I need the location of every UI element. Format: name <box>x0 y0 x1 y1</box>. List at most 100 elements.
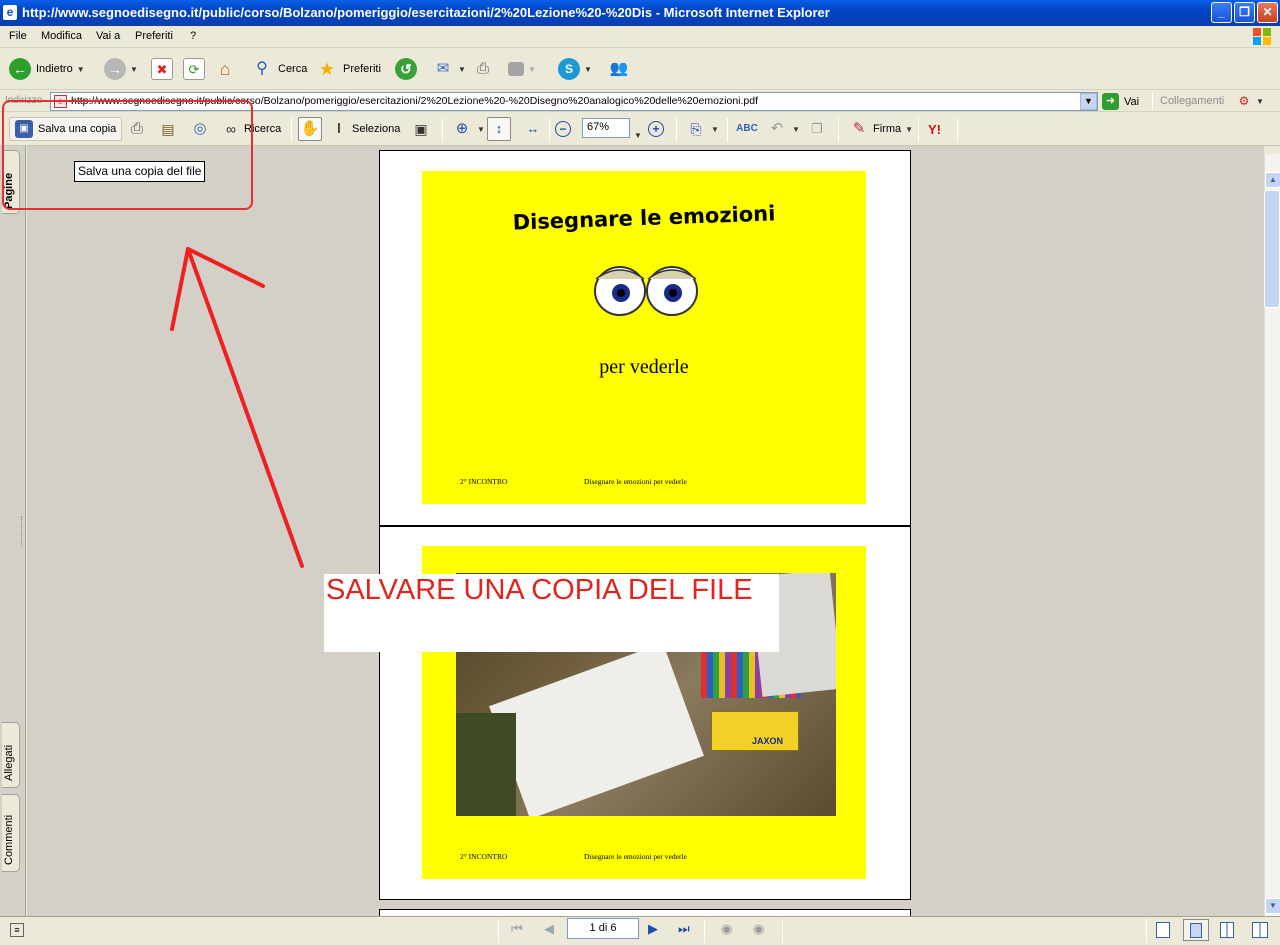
undo-icon: ↶ <box>770 120 784 137</box>
zoom-in-button[interactable]: + <box>648 117 664 141</box>
back-button[interactable]: ← Indietro ▼ <box>9 56 85 82</box>
next-view-button[interactable]: ◉ <box>753 921 764 937</box>
acrobat-icon: ⚙ <box>1238 94 1250 108</box>
favorites-button[interactable]: ★ Preferiti <box>316 56 381 82</box>
select-tool-button[interactable]: I Seleziona <box>332 117 400 141</box>
spellcheck-button[interactable]: ABC <box>736 117 758 141</box>
menu-modifica[interactable]: Modifica <box>41 30 82 42</box>
chevron-down-icon: ▼ <box>711 124 719 134</box>
tab-comments-label: Commenti <box>3 814 15 865</box>
home-button[interactable]: ⌂ <box>214 56 236 82</box>
scroll-down-button[interactable]: ▼ <box>1265 898 1280 914</box>
chevron-down-icon: ▼ <box>1256 96 1264 106</box>
search-label: Cerca <box>278 63 308 75</box>
search-button[interactable]: ⚲ Cerca <box>251 56 307 82</box>
menu-vai-a[interactable]: Vai a <box>96 30 120 42</box>
refresh-button[interactable]: ⟳ <box>183 56 205 82</box>
address-dropdown-button[interactable]: ▼ <box>1080 93 1097 110</box>
annotation-text: SALVARE UNA COPIA DEL FILE <box>326 574 753 606</box>
page-number-field[interactable]: 1 di 6 <box>567 918 639 939</box>
slide-footer-right: Disegnare le emozioni per vederle <box>584 852 687 861</box>
close-button[interactable]: ✕ <box>1257 2 1278 23</box>
home-icon: ⌂ <box>219 59 231 79</box>
forward-button[interactable]: → ▼ <box>104 56 138 82</box>
windows-logo-icon <box>1253 28 1271 45</box>
zoom-tool-icon: ⊕ <box>455 120 469 137</box>
tab-attachments-label: Allegati <box>3 744 15 781</box>
pen-icon: ✎ <box>852 120 866 137</box>
minimize-button[interactable]: _ <box>1211 2 1232 23</box>
tab-attachments[interactable]: Allegati <box>2 722 20 788</box>
next-page-button[interactable]: ▶ <box>648 921 658 937</box>
fit-width-button[interactable]: ↔ <box>522 117 544 141</box>
sign-button[interactable]: ✎ Firma ▼ <box>848 117 913 141</box>
zoom-dropdown-button[interactable]: ▼ <box>630 123 642 147</box>
yahoo-button[interactable]: Y! <box>928 117 941 141</box>
chevron-down-icon: ▼ <box>584 64 592 74</box>
spellcheck-icon: ABC <box>736 123 758 134</box>
back-arrow-icon: ← <box>9 58 31 80</box>
copy-icon: ❐ <box>811 121 823 136</box>
tab-comments[interactable]: Commenti <box>2 794 20 872</box>
highlight-box <box>2 100 253 210</box>
zoom-level-field[interactable]: 67% <box>582 118 630 138</box>
go-button[interactable]: ➜ Vai <box>1102 92 1139 111</box>
options-menu-icon[interactable]: ≡ <box>10 923 24 937</box>
skype-button[interactable]: S ▼ <box>558 56 592 82</box>
edit-button[interactable]: ▼ <box>508 56 536 82</box>
slide-footer-left: 2° INCONTRO <box>460 477 508 486</box>
zoom-out-button[interactable]: − <box>555 117 571 141</box>
messenger-button[interactable]: 👥 <box>608 56 630 82</box>
menu-preferiti[interactable]: Preferiti <box>135 30 173 42</box>
pdf-page-1: Disegnare le emozioni per vederle 2° INC… <box>379 150 911 526</box>
acrobat-links-button[interactable]: ⚙ ▼ <box>1236 93 1264 109</box>
snapshot-button[interactable]: ▣ <box>410 117 432 141</box>
first-page-button[interactable]: ⏮ <box>511 921 523 937</box>
forward-arrow-icon: → <box>104 58 126 80</box>
messenger-icon: 👥 <box>609 60 629 77</box>
plus-icon: + <box>648 121 664 137</box>
scrollbar-thumb[interactable] <box>1264 190 1280 308</box>
menu-file[interactable]: File <box>9 30 27 42</box>
continuous-page-icon <box>1190 923 1202 938</box>
rotate-view-button[interactable]: ⎘ ▼ <box>685 117 719 141</box>
chevron-down-icon: ▼ <box>528 64 536 74</box>
scroll-up-button[interactable]: ▲ <box>1265 172 1280 188</box>
previous-page-icon: ◀ <box>544 921 554 936</box>
red-arrow-icon <box>170 247 304 568</box>
history-icon: ↺ <box>395 58 417 80</box>
hand-tool-button[interactable]: ✋ <box>298 117 322 141</box>
next-page-icon: ▶ <box>648 921 658 936</box>
undo-button[interactable]: ↶ ▼ <box>766 117 800 141</box>
print-button[interactable]: ⎙ <box>472 56 494 82</box>
menu-help[interactable]: ? <box>190 30 196 42</box>
star-icon: ★ <box>318 59 336 79</box>
fit-page-button[interactable]: ↕ <box>487 117 511 141</box>
history-button[interactable]: ↺ <box>395 56 417 82</box>
previous-view-button[interactable]: ◉ <box>721 921 732 937</box>
status-bar: ≡ <box>0 916 1280 945</box>
yahoo-icon: Y! <box>928 121 941 137</box>
single-page-icon[interactable] <box>1156 922 1170 938</box>
chevron-down-icon: ▼ <box>905 124 914 134</box>
printer-icon: ⎙ <box>476 60 489 77</box>
stop-button[interactable]: ✖ <box>151 56 173 82</box>
last-page-button[interactable]: ⏭ <box>678 921 690 937</box>
maximize-button[interactable]: ❐ <box>1234 2 1255 23</box>
last-page-icon: ⏭ <box>678 921 690 936</box>
mail-button[interactable]: ✉ ▼ <box>432 56 466 82</box>
copy-button[interactable]: ❐ <box>806 117 828 141</box>
zoom-in-tool-button[interactable]: ⊕ ▼ <box>451 117 485 141</box>
facing-pages-icon[interactable] <box>1220 922 1234 938</box>
sign-label: Firma <box>873 123 902 135</box>
panel-resize-handle[interactable] <box>21 516 24 546</box>
chevron-down-icon: ▼ <box>477 124 485 134</box>
text-cursor-icon: I <box>336 120 342 137</box>
standard-toolbar: ← Indietro ▼ → ▼ ✖ ⟳ ⌂ ⚲ Cerca ★ Preferi… <box>0 48 1280 132</box>
continuous-page-button[interactable] <box>1183 919 1209 941</box>
links-label[interactable]: Collegamenti <box>1160 95 1224 107</box>
previous-page-button[interactable]: ◀ <box>544 921 554 937</box>
first-page-icon: ⏮ <box>511 921 523 936</box>
continuous-facing-icon[interactable] <box>1252 922 1268 938</box>
minus-icon: − <box>555 121 571 137</box>
